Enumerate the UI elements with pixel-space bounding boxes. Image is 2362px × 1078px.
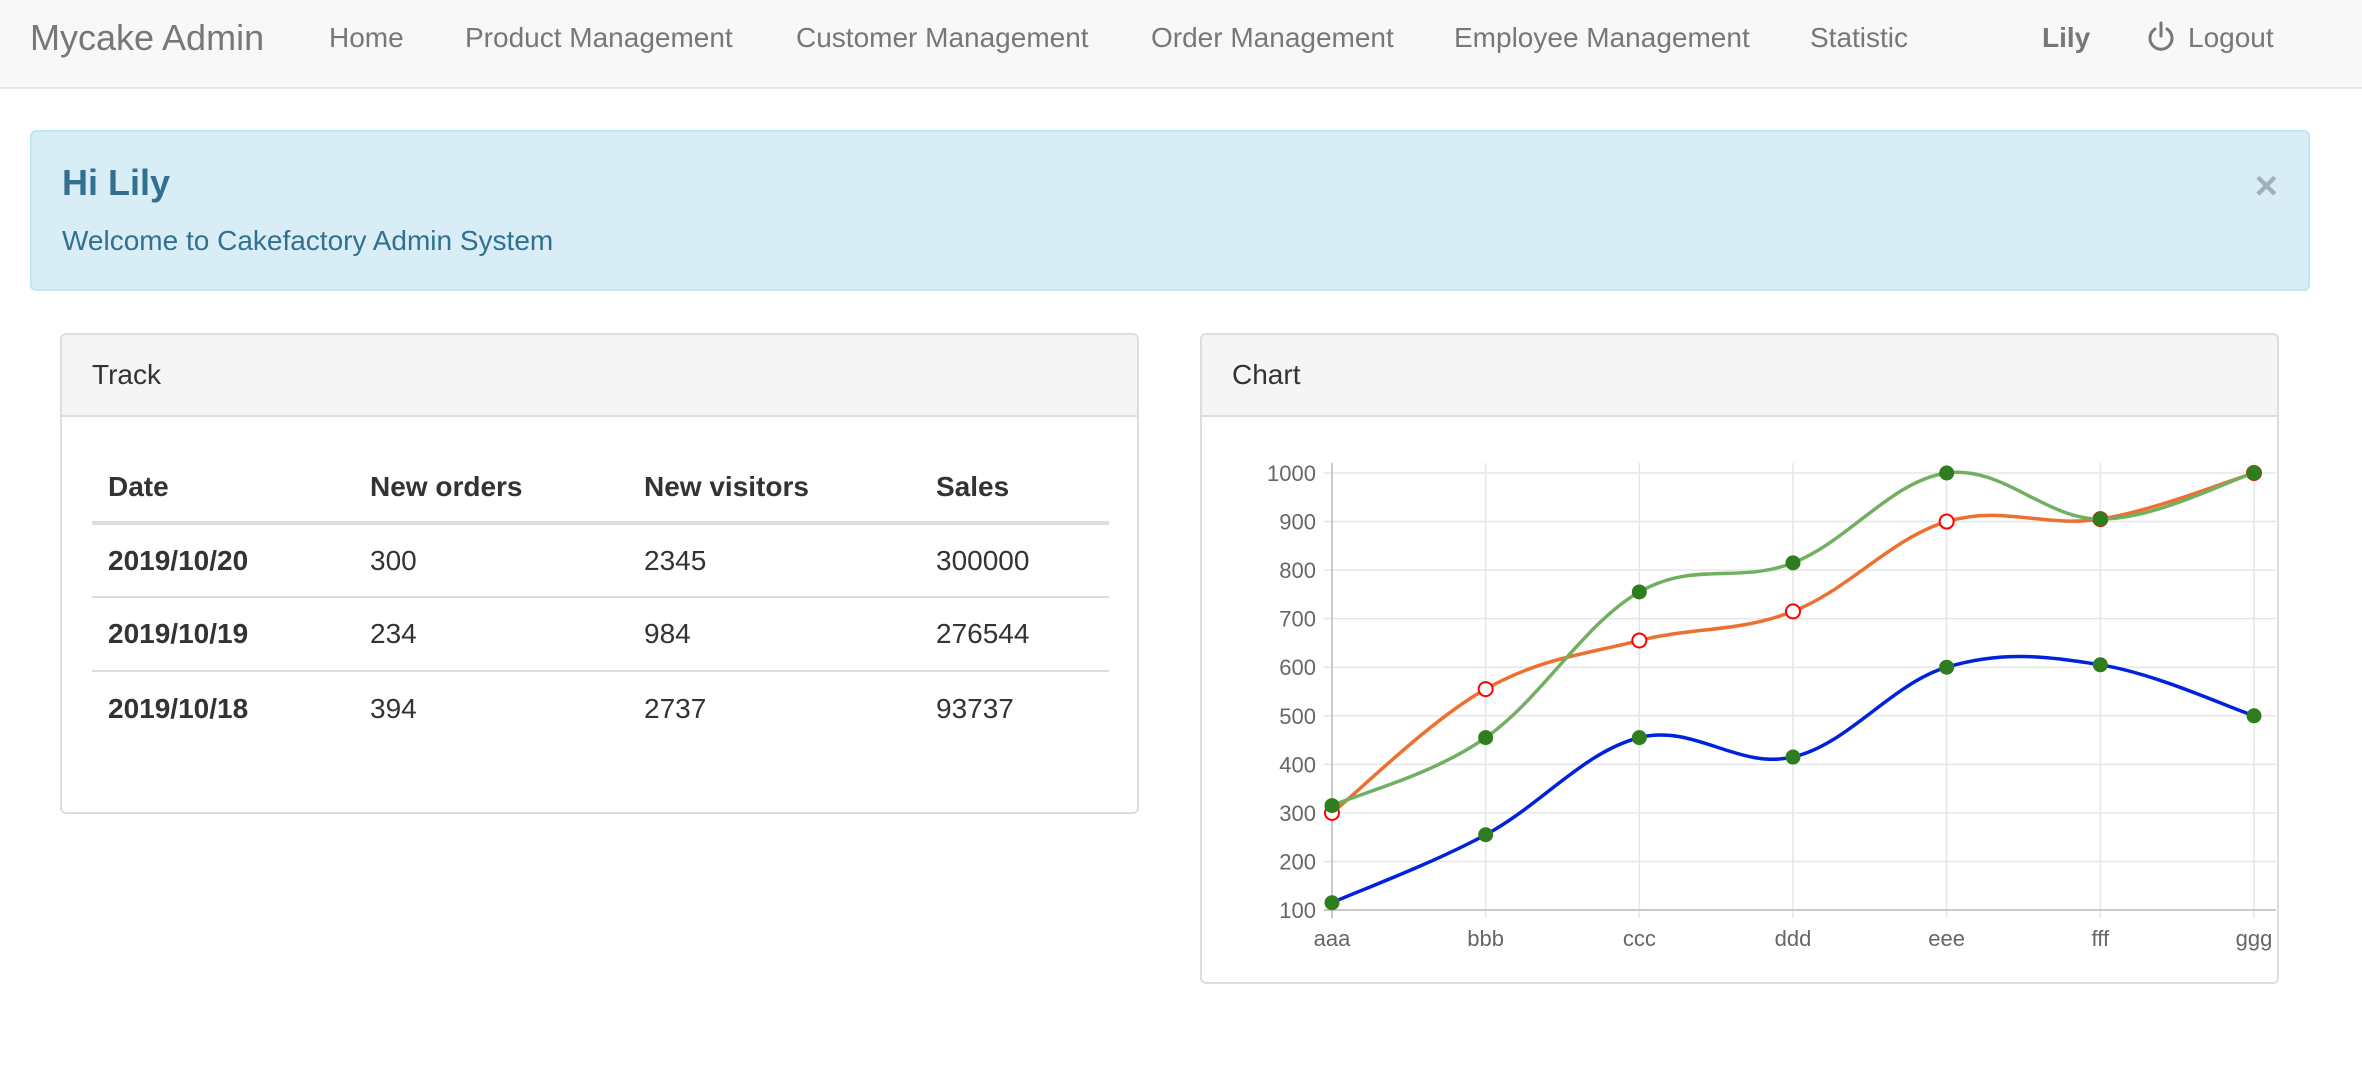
series-point-3 xyxy=(2092,657,2108,673)
cell-new-visitors: 2345 xyxy=(628,523,920,598)
x-tick-label: eee xyxy=(1928,926,1965,951)
top-navbar: Mycake Admin Home Product Management Cus… xyxy=(0,0,2362,89)
cell-date: 2019/10/19 xyxy=(92,597,354,672)
alert-message: Welcome to Cakefactory Admin System xyxy=(62,225,554,256)
nav-employee-management[interactable]: Employee Management xyxy=(1454,20,1750,56)
column-header-sales: Sales xyxy=(920,453,1109,525)
close-icon[interactable]: × xyxy=(2255,166,2278,206)
cell-sales: 300000 xyxy=(920,523,1109,598)
x-tick-label: ccc xyxy=(1623,926,1656,951)
series-point-3 xyxy=(1939,659,1955,675)
y-tick-label: 100 xyxy=(1279,898,1316,923)
nav-statistic[interactable]: Statistic xyxy=(1810,20,1908,56)
logout-link[interactable]: Logout xyxy=(2188,20,2274,56)
x-tick-label: ddd xyxy=(1775,926,1812,951)
series-point-3 xyxy=(1631,730,1647,746)
cell-sales: 276544 xyxy=(920,597,1109,672)
nav-customer-management[interactable]: Customer Management xyxy=(796,20,1089,56)
series-point-1 xyxy=(1938,513,1955,530)
navbar-brand[interactable]: Mycake Admin xyxy=(30,18,264,58)
column-header-new-orders: New orders xyxy=(354,453,628,525)
column-header-new-visitors: New visitors xyxy=(628,453,920,525)
x-tick-label: fff xyxy=(2092,926,2110,951)
y-tick-label: 700 xyxy=(1279,607,1316,632)
series-point-3 xyxy=(1324,895,1340,911)
cell-new-visitors: 2737 xyxy=(644,692,707,724)
cell-new-orders: 394 xyxy=(370,692,417,724)
chart-panel: Chart 100 200 300 400 500 600 700 800 900 1000 aaa… xyxy=(1200,333,2279,984)
welcome-alert: Hi Lily Welcome to Cakefactory Admin Sys… xyxy=(30,130,2310,291)
series-point-3 xyxy=(1785,749,1801,765)
series-point-2 xyxy=(1939,465,1955,481)
line-chart: 100 200 300 400 500 600 700 800 900 1000 aaa bbb ccc… xyxy=(1267,461,2276,951)
y-tick-label: 600 xyxy=(1279,655,1316,680)
cell-sales: 93737 xyxy=(936,692,1014,724)
table-row: 2019/10/19 234 984 276544 xyxy=(92,597,1109,672)
cell-date: 2019/10/18 xyxy=(108,692,249,724)
cell-new-visitors: 984 xyxy=(628,597,920,672)
nav-home[interactable]: Home xyxy=(329,20,404,56)
y-tick-label: 1000 xyxy=(1267,461,1316,486)
y-tick-label: 500 xyxy=(1279,704,1316,729)
table-row: 2019/10/18 394 2737 93737 xyxy=(92,671,1109,745)
series-point-2 xyxy=(2092,511,2108,527)
nav-user-name[interactable]: Lily xyxy=(2042,20,2090,56)
y-tick-label: 800 xyxy=(1279,558,1316,583)
nav-product-management[interactable]: Product Management xyxy=(465,20,733,56)
column-header-date: Date xyxy=(92,453,354,525)
table-row: 2019/10/20 300 2345 300000 xyxy=(92,523,1109,598)
alert-title: Hi Lily xyxy=(62,162,171,203)
table-header-row: Date New orders New visitors Sales xyxy=(92,453,1109,525)
series-point-2 xyxy=(1785,555,1801,571)
track-table: Date New orders New visitors Sales 2019/… xyxy=(92,453,1109,745)
y-tick-label: 900 xyxy=(1279,510,1316,535)
y-tick-label: 200 xyxy=(1279,849,1316,874)
nav-order-management[interactable]: Order Management xyxy=(1151,20,1394,56)
chart-panel-heading: Chart xyxy=(1202,335,2277,417)
series-point-2 xyxy=(1324,798,1340,814)
x-tick-label: bbb xyxy=(1467,926,1504,951)
x-tick-label: ggg xyxy=(2236,926,2273,951)
track-panel: Track Date New orders New visitors Sales… xyxy=(60,333,1139,814)
cell-new-orders: 234 xyxy=(354,597,628,672)
power-icon[interactable] xyxy=(2146,20,2176,54)
cell-date: 2019/10/20 xyxy=(92,523,354,598)
x-tick-label: aaa xyxy=(1314,926,1351,951)
series-point-1 xyxy=(1631,632,1648,649)
series-point-2 xyxy=(1478,730,1494,746)
y-tick-label: 400 xyxy=(1279,752,1316,777)
series-point-1 xyxy=(1785,603,1801,620)
series-point-2 xyxy=(2246,465,2262,481)
y-tick-label: 300 xyxy=(1279,801,1316,826)
series-point-3 xyxy=(1478,827,1494,843)
series-point-2 xyxy=(1631,584,1647,600)
series-point-3 xyxy=(2246,708,2262,724)
cell-new-orders: 300 xyxy=(354,523,628,598)
series-point-1 xyxy=(1477,681,1494,698)
track-panel-heading: Track xyxy=(62,335,1137,417)
